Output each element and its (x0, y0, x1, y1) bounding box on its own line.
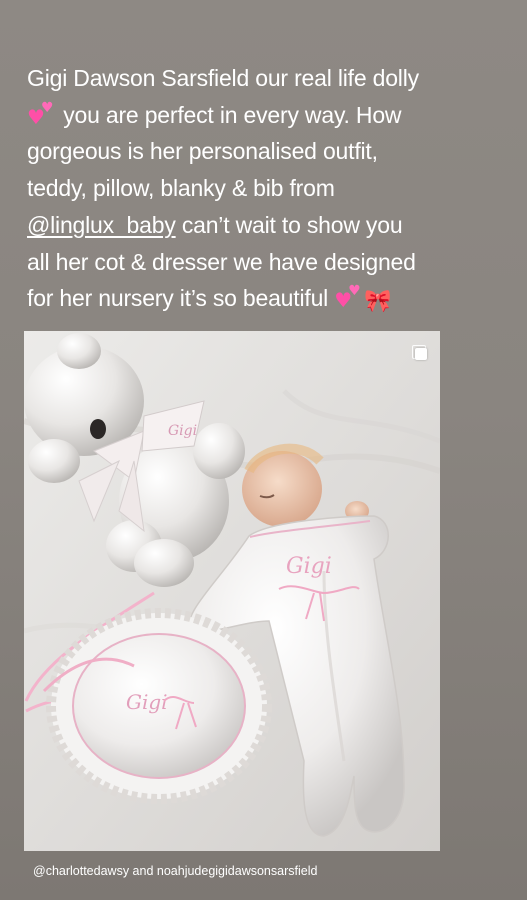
caption-line-7: for her nursery it’s so beautiful ♥ ♥ 🎀 (27, 280, 467, 321)
story-photo[interactable]: Gigi Gigi Gigi (24, 331, 440, 851)
tag-link-charlottedawsy[interactable]: @charlottedawsy (33, 864, 129, 878)
caption-line-4: teddy, pillow, blanky & bib from (27, 175, 335, 202)
baby-photo-illustration: Gigi Gigi Gigi (24, 331, 440, 851)
tags-joiner: and (129, 864, 157, 878)
caption-line-3: gorgeous is her personalised outfit, (27, 138, 378, 165)
tagged-accounts: @charlottedawsy and noahjudegigidawsonsa… (33, 864, 317, 878)
bib-embroidery: Gigi (126, 690, 168, 714)
story-caption: Gigi Dawson Sarsfield our real life doll… (27, 60, 467, 321)
two-hearts-icon-end: ♥ ♥ (334, 283, 361, 313)
ribbon-bow-icon: 🎀 (364, 289, 392, 315)
teddy-bib-embroidery: Gigi (168, 423, 197, 439)
caption-line-1: Gigi Dawson Sarsfield our real life doll… (27, 65, 419, 91)
tag-link-noahjudegigidawsonsarsfield[interactable]: noahjudegigidawsonsarsfield (157, 864, 318, 878)
multiple-photos-icon (412, 345, 428, 361)
onesie-embroidery: Gigi (286, 554, 332, 579)
caption-line-5-text: can’t wait to show you (175, 211, 403, 238)
two-hearts-icon: ♥ ♥ (27, 99, 54, 129)
caption-line-6: all her cot & dresser we have designed (27, 248, 416, 275)
caption-line-2: ♥ ♥ you are perfect in every way. How (27, 97, 467, 134)
mention-link-linglux-baby[interactable]: @linglux_baby (27, 212, 176, 238)
caption-line-7-text: for her nursery it’s so beautiful (27, 285, 329, 312)
caption-line-5: @linglux_baby can’t wait to show you (27, 207, 467, 244)
caption-line-2-text: you are perfect in every way. How (63, 101, 402, 128)
